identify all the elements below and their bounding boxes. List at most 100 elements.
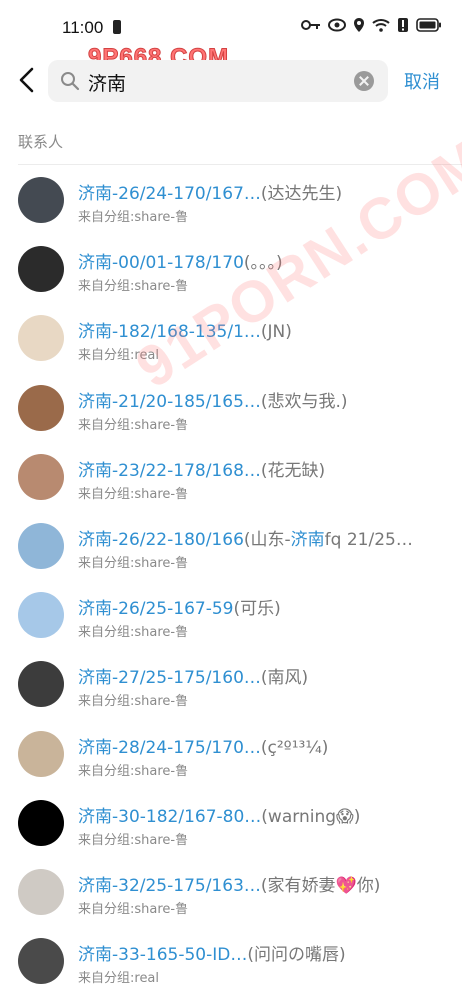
avatar bbox=[18, 522, 64, 569]
contact-item[interactable]: 济南-30-182/167-80…(warning😱) 来自分组:share-鲁 bbox=[0, 789, 462, 858]
contact-group: 来自分组:share-鲁 bbox=[78, 486, 189, 502]
eye-icon bbox=[328, 18, 346, 32]
status-bar: 11:00 bbox=[0, 0, 462, 52]
avatar bbox=[18, 868, 64, 915]
contact-item[interactable]: 济南-26/24-170/167…(达达先生) 来自分组:share-鲁 bbox=[0, 166, 462, 235]
contact-list: 济南-26/24-170/167…(达达先生) 来自分组:share-鲁 济南-00… bbox=[0, 166, 462, 996]
contact-name: 济南-00/01-178/170(。。。) bbox=[78, 248, 448, 273]
name-rest: -30-182/167-80… bbox=[112, 806, 262, 827]
contact-item[interactable]: 济南-32/25-175/163…(家有娇妻💖你) 来自分组:share-鲁 bbox=[0, 858, 462, 927]
location-icon bbox=[354, 18, 364, 32]
avatar bbox=[18, 384, 64, 431]
contact-name: 济南-26/25-167-59(可乐) bbox=[78, 594, 448, 619]
contact-item[interactable]: 济南-26/25-167-59(可乐) 来自分组:share-鲁 bbox=[0, 581, 462, 650]
cancel-button[interactable]: 取消 bbox=[404, 68, 440, 94]
avatar bbox=[18, 938, 64, 985]
avatar bbox=[18, 730, 64, 777]
battery-icon bbox=[416, 18, 441, 32]
nickname: (悲欢与我.) bbox=[260, 391, 348, 412]
contact-name: 济南-32/25-175/163…(家有娇妻💖你) bbox=[78, 871, 448, 896]
name-highlight: 济南 bbox=[78, 945, 112, 966]
nickname: (花无缺) bbox=[260, 460, 326, 481]
contact-item[interactable]: 济南-21/20-185/165…(悲欢与我.) 来自分组:share-鲁 bbox=[0, 374, 462, 443]
nickname: (JN) bbox=[260, 322, 292, 343]
nickname: (ç²º¹³¼) bbox=[260, 737, 329, 758]
contact-item[interactable]: 济南-28/24-175/170…(ç²º¹³¼) 来自分组:share-鲁 bbox=[0, 720, 462, 789]
nickname: (达达先生) bbox=[260, 184, 343, 204]
avatar bbox=[18, 453, 64, 500]
nickname-prefix: (山东- bbox=[243, 529, 291, 550]
name-rest: -32/25-175/163… bbox=[112, 875, 261, 896]
name-rest: -27/25-175/160… bbox=[112, 668, 261, 689]
contact-item[interactable]: 济南-26/22-180/166(山东-济南fq 21/25… 来自分组:shar… bbox=[0, 512, 462, 581]
name-rest: -33-165-50-ID… bbox=[112, 945, 248, 966]
contact-name: 济南-30-182/167-80…(warning😱) bbox=[78, 802, 448, 827]
contact-group: 来自分组:share-鲁 bbox=[78, 901, 189, 917]
contact-item[interactable]: 济南-27/25-175/160…(南风) 来自分组:share-鲁 bbox=[0, 650, 462, 719]
contact-name: 济南-26/22-180/166(山东-济南fq 21/25… bbox=[78, 525, 448, 550]
name-rest: -26/22-180/166 bbox=[112, 529, 244, 550]
contact-name: 济南-28/24-175/170…(ç²º¹³¼) bbox=[78, 733, 448, 758]
contact-group: 来自分组:share-鲁 bbox=[78, 763, 189, 779]
contact-name: 济南-26/24-170/167…(达达先生) bbox=[78, 179, 448, 204]
avatar bbox=[18, 315, 64, 362]
name-highlight: 济南 bbox=[78, 460, 112, 481]
nickname-highlight: 济南 bbox=[290, 529, 325, 550]
nickname: (。。。) bbox=[243, 253, 283, 274]
clear-icon[interactable] bbox=[354, 71, 374, 91]
nickname: (家有娇妻💖你) bbox=[260, 875, 381, 896]
contact-name: 济南-21/20-185/165…(悲欢与我.) bbox=[78, 387, 448, 412]
contact-name: 济南-33-165-50-ID…(问问の嘴唇) bbox=[78, 940, 448, 965]
divider bbox=[18, 164, 462, 165]
contact-group: 来自分组:share-鲁 bbox=[78, 279, 189, 295]
contact-name: 济南-23/22-178/168…(花无缺) bbox=[78, 456, 448, 481]
contact-name: 济南-27/25-175/160…(南风) bbox=[78, 663, 448, 688]
status-icons bbox=[301, 17, 442, 33]
avatar bbox=[18, 799, 64, 846]
avatar bbox=[18, 246, 64, 293]
name-rest: -23/22-178/168… bbox=[112, 460, 261, 481]
contact-name: 济南-182/168-135/1…(JN) bbox=[78, 317, 448, 342]
contact-group: 来自分组:share-鲁 bbox=[78, 555, 189, 571]
key-icon bbox=[301, 20, 320, 30]
name-highlight: 济南 bbox=[78, 668, 112, 689]
name-highlight: 济南 bbox=[78, 529, 112, 550]
nickname: (warning😱) bbox=[261, 806, 361, 827]
section-title: 联系人 bbox=[18, 133, 64, 151]
name-highlight: 济南 bbox=[78, 737, 112, 758]
search-icon bbox=[61, 72, 80, 91]
search-bar: 济南 取消 bbox=[0, 58, 462, 104]
avatar bbox=[18, 661, 64, 708]
avatar bbox=[18, 177, 64, 223]
avatar bbox=[18, 592, 64, 639]
nickname: fq 21/25… bbox=[324, 529, 413, 550]
contact-item[interactable]: 济南-00/01-178/170(。。。) 来自分组:share-鲁 bbox=[0, 235, 462, 304]
contact-item[interactable]: 济南-33-165-50-ID…(问问の嘴唇) 来自分组:real bbox=[0, 927, 462, 996]
contact-group: 来自分组:share-鲁 bbox=[78, 625, 189, 641]
back-button[interactable] bbox=[14, 66, 42, 94]
nickname: (南风) bbox=[260, 668, 309, 689]
name-rest: -00/01-178/170 bbox=[112, 253, 244, 274]
name-highlight: 济南 bbox=[78, 806, 112, 827]
name-rest: -26/24-170/167… bbox=[112, 184, 261, 204]
name-rest: -21/20-185/165… bbox=[112, 391, 261, 412]
name-highlight: 济南 bbox=[78, 184, 112, 204]
name-highlight: 济南 bbox=[78, 253, 112, 274]
wifi-icon bbox=[372, 19, 390, 32]
contact-item[interactable]: 济南-23/22-178/168…(花无缺) 来自分组:share-鲁 bbox=[0, 443, 462, 512]
name-highlight: 济南 bbox=[78, 391, 112, 412]
name-highlight: 济南 bbox=[78, 599, 112, 620]
name-rest: -26/25-167-59 bbox=[112, 599, 234, 620]
contact-group: 来自分组:share-鲁 bbox=[78, 694, 189, 710]
alert-icon bbox=[113, 20, 121, 34]
contact-group: 来自分组:share-鲁 bbox=[78, 417, 189, 433]
contact-group: 来自分组:real bbox=[78, 971, 160, 987]
status-time: 11:00 bbox=[62, 18, 104, 37]
contact-item[interactable]: 济南-182/168-135/1…(JN) 来自分组:real bbox=[0, 304, 462, 373]
nickname: (问问の嘴唇) bbox=[247, 945, 346, 966]
warning-icon bbox=[398, 18, 408, 32]
name-highlight: 济南 bbox=[78, 875, 112, 896]
nickname: (可乐) bbox=[233, 599, 281, 620]
search-input[interactable]: 济南 bbox=[48, 60, 388, 102]
search-query[interactable]: 济南 bbox=[88, 69, 126, 96]
